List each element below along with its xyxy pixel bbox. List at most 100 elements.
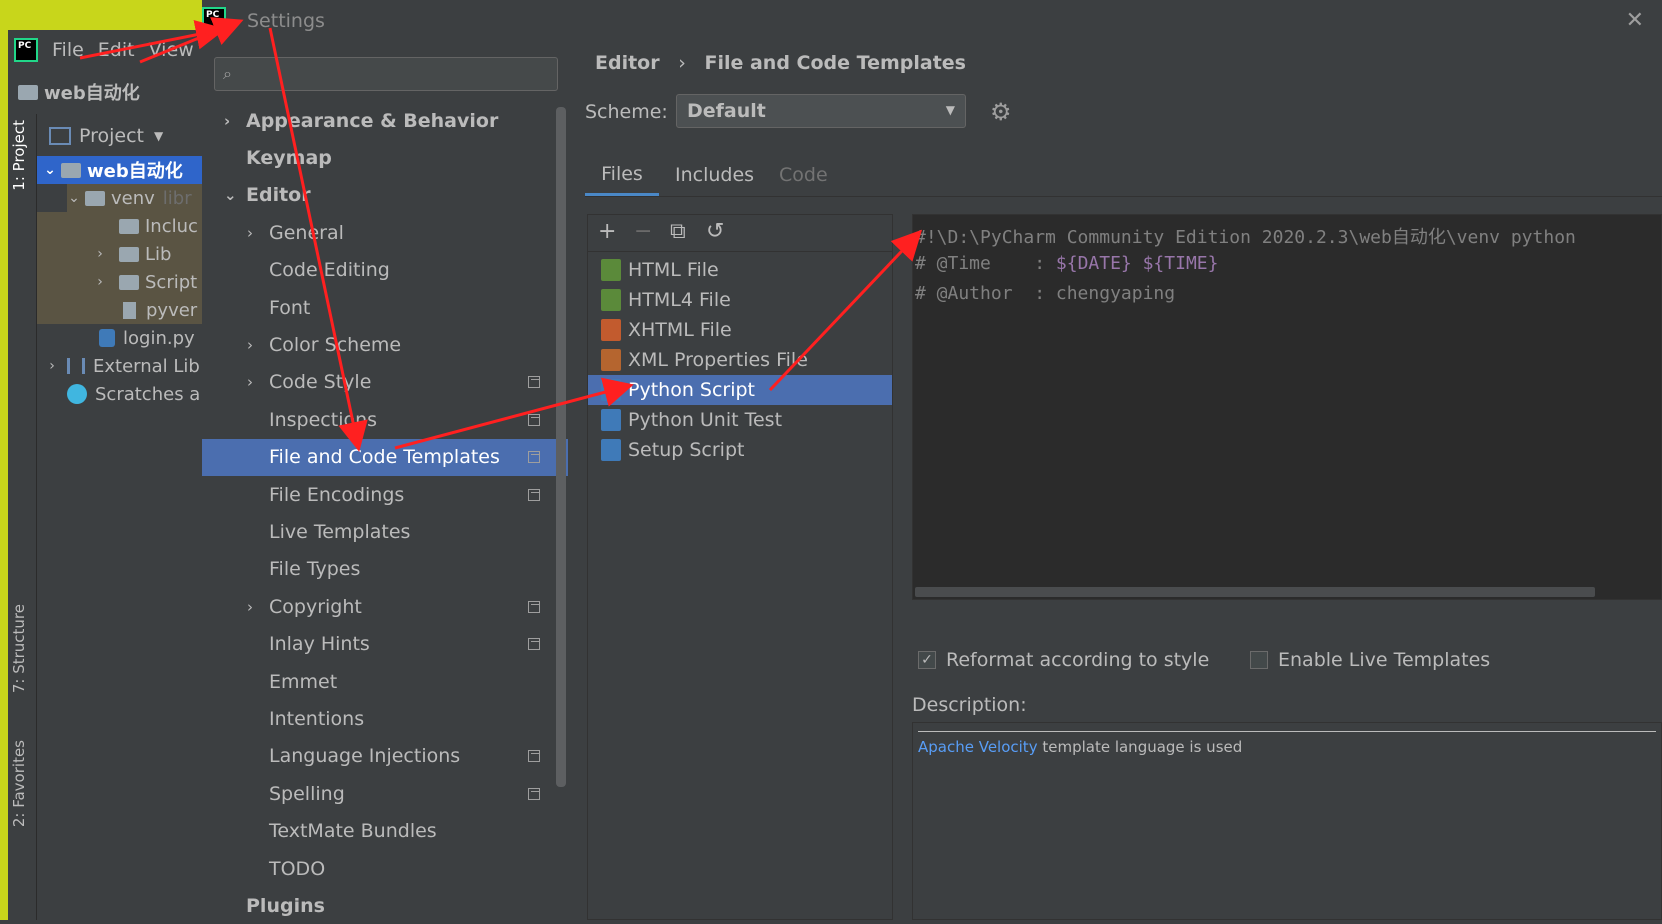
menu-edit[interactable]: Edit xyxy=(98,39,135,61)
file-icon xyxy=(123,301,136,319)
template-item-label: XHTML File xyxy=(628,319,732,341)
chevron-down-icon[interactable]: ⌄ xyxy=(224,186,237,204)
nav-item-language-injections[interactable]: Language Injections xyxy=(202,738,568,775)
scheme-select[interactable]: Default ▼ xyxy=(676,94,966,128)
nav-item-intentions[interactable]: Intentions xyxy=(202,700,568,737)
reformat-checkbox[interactable]: ✓ Reformat according to style xyxy=(918,649,1209,671)
folder-icon xyxy=(61,162,81,178)
settings-search-input[interactable]: ⌕ xyxy=(214,57,558,91)
tree-item-label: External Lib xyxy=(93,355,200,377)
settings-tree-scrollbar[interactable] xyxy=(556,107,566,787)
tree-item-scratches[interactable]: Scratches ar xyxy=(67,380,202,408)
template-item-xhtml-file[interactable]: XHTML File xyxy=(588,315,892,345)
template-item-python-script[interactable]: Python Script xyxy=(588,375,892,405)
template-item-html-file[interactable]: HTML File xyxy=(588,255,892,285)
project-breadcrumb[interactable]: web自动化 xyxy=(8,72,202,112)
tab-files[interactable]: Files xyxy=(585,154,659,196)
breadcrumb-current: File and Code Templates xyxy=(704,52,966,74)
nav-item-emmet[interactable]: Emmet xyxy=(202,663,568,700)
code-line-3: # @Author : chengyaping xyxy=(915,283,1176,304)
template-item-label: Python Unit Test xyxy=(628,409,783,431)
side-tab-project[interactable]: 1: Project xyxy=(10,120,28,191)
chevron-down-icon: ⌄ xyxy=(44,162,56,178)
python-file-icon xyxy=(601,379,621,401)
tree-item-scripts[interactable]: › Script xyxy=(37,268,202,296)
nav-item-code-style[interactable]: › Code Style xyxy=(202,364,568,401)
settings-content-panel: Editor › File and Code Templates Scheme:… xyxy=(568,42,1662,920)
copy-icon[interactable]: ⧉ xyxy=(670,219,686,244)
nav-item-label: Editor xyxy=(246,184,311,207)
chevron-right-icon[interactable]: › xyxy=(247,373,253,391)
nav-item-file-and-code-templates[interactable]: File and Code Templates xyxy=(202,438,568,476)
desktop-background-strip xyxy=(0,30,8,920)
project-level-icon xyxy=(528,750,540,763)
nav-item-live-templates[interactable]: Live Templates xyxy=(202,513,568,550)
project-view-dropdown[interactable]: Project ▼ xyxy=(37,118,202,154)
breadcrumb: Editor › File and Code Templates xyxy=(595,52,966,74)
template-item-xml-properties-file[interactable]: XML Properties File xyxy=(588,345,892,375)
description-label: Description: xyxy=(912,694,1027,716)
nav-item-file-encodings[interactable]: File Encodings xyxy=(202,476,568,513)
nav-item-file-types[interactable]: File Types xyxy=(202,551,568,588)
background-ide-window: PC File Edit View web自动化 1: Project 7: S… xyxy=(0,0,202,920)
html-file-icon xyxy=(601,259,621,281)
checkbox-unchecked[interactable] xyxy=(1250,651,1268,669)
editor-horizontal-scrollbar[interactable] xyxy=(915,587,1595,597)
template-item-html4-file[interactable]: HTML4 File xyxy=(588,285,892,315)
chevron-right-icon[interactable]: › xyxy=(247,598,253,616)
tree-item-include[interactable]: Incluc xyxy=(37,212,202,240)
nav-item-appearance-behavior[interactable]: › Appearance & Behavior xyxy=(202,102,568,139)
desktop-background xyxy=(0,0,202,30)
nav-item-inspections[interactable]: Inspections xyxy=(202,401,568,438)
apache-velocity-link[interactable]: Apache Velocity xyxy=(918,738,1038,756)
project-tree: ⌄ web自动化 ⌄ venv libr Incluc › Lib › Script py… xyxy=(37,156,202,426)
reset-icon[interactable]: ↺ xyxy=(706,219,724,244)
breadcrumb-editor[interactable]: Editor xyxy=(595,52,660,74)
description-panel: Apache Velocity template language is use… xyxy=(912,722,1662,920)
nav-item-font[interactable]: Font xyxy=(202,289,568,326)
add-icon[interactable]: + xyxy=(598,219,616,244)
chevron-right-icon[interactable]: › xyxy=(247,336,253,354)
menu-view[interactable]: View xyxy=(149,39,194,61)
template-toolbar: + − ⧉ ↺ xyxy=(588,215,892,252)
scratches-icon xyxy=(67,384,87,404)
nav-item-general[interactable]: › General xyxy=(202,214,568,251)
live-templates-checkbox[interactable]: Enable Live Templates xyxy=(1250,649,1490,671)
chevron-down-icon: ▼ xyxy=(154,129,164,143)
nav-item-label: Code Style xyxy=(269,371,372,394)
nav-item-textmate-bundles[interactable]: TextMate Bundles xyxy=(202,813,568,850)
nav-item-plugins[interactable]: Plugins xyxy=(202,887,568,924)
nav-item-editor[interactable]: ⌄ Editor xyxy=(202,177,568,214)
folder-icon xyxy=(85,190,105,206)
chevron-right-icon[interactable]: › xyxy=(247,224,253,242)
template-item-python-unit-test[interactable]: Python Unit Test xyxy=(588,405,892,435)
side-tab-structure[interactable]: 7: Structure xyxy=(10,604,28,693)
tree-item-pyvenv[interactable]: pyver xyxy=(37,296,202,324)
code-line-2: # @Time : ${DATE} ${TIME} xyxy=(915,253,1218,274)
tree-item-venv[interactable]: ⌄ venv libr xyxy=(67,184,202,212)
tree-item-external-libraries[interactable]: › External Lib xyxy=(45,352,200,380)
side-tab-favorites[interactable]: 2: Favorites xyxy=(10,740,28,827)
tree-item-lib[interactable]: › Lib xyxy=(37,240,202,268)
tree-item-login[interactable]: login.py xyxy=(37,324,202,352)
checkbox-checked[interactable]: ✓ xyxy=(918,651,936,669)
template-code-editor[interactable]: #!\D:\PyCharm Community Edition 2020.2.3… xyxy=(912,214,1662,600)
nav-item-inlay-hints[interactable]: Inlay Hints xyxy=(202,626,568,663)
project-breadcrumb-label: web自动化 xyxy=(44,83,140,104)
nav-item-copyright[interactable]: › Copyright xyxy=(202,588,568,625)
nav-item-spelling[interactable]: Spelling xyxy=(202,775,568,812)
gear-icon[interactable]: ⚙ xyxy=(990,98,1012,126)
close-icon[interactable]: ✕ xyxy=(1626,8,1644,33)
tree-item-root[interactable]: ⌄ web自动化 xyxy=(37,156,202,184)
template-item-setup-script[interactable]: Setup Script xyxy=(588,435,892,465)
nav-item-todo[interactable]: TODO xyxy=(202,850,568,887)
nav-item-keymap[interactable]: Keymap xyxy=(202,139,568,176)
tab-includes[interactable]: Includes xyxy=(675,154,754,196)
pycharm-logo-icon: PC xyxy=(14,38,38,62)
nav-item-color-scheme[interactable]: › Color Scheme xyxy=(202,326,568,363)
menu-file[interactable]: File xyxy=(52,39,84,61)
tree-item-label: Incluc xyxy=(145,215,198,237)
chevron-right-icon[interactable]: › xyxy=(224,112,230,130)
nav-item-code-editing[interactable]: Code Editing xyxy=(202,252,568,289)
nav-item-label: TODO xyxy=(269,857,326,880)
